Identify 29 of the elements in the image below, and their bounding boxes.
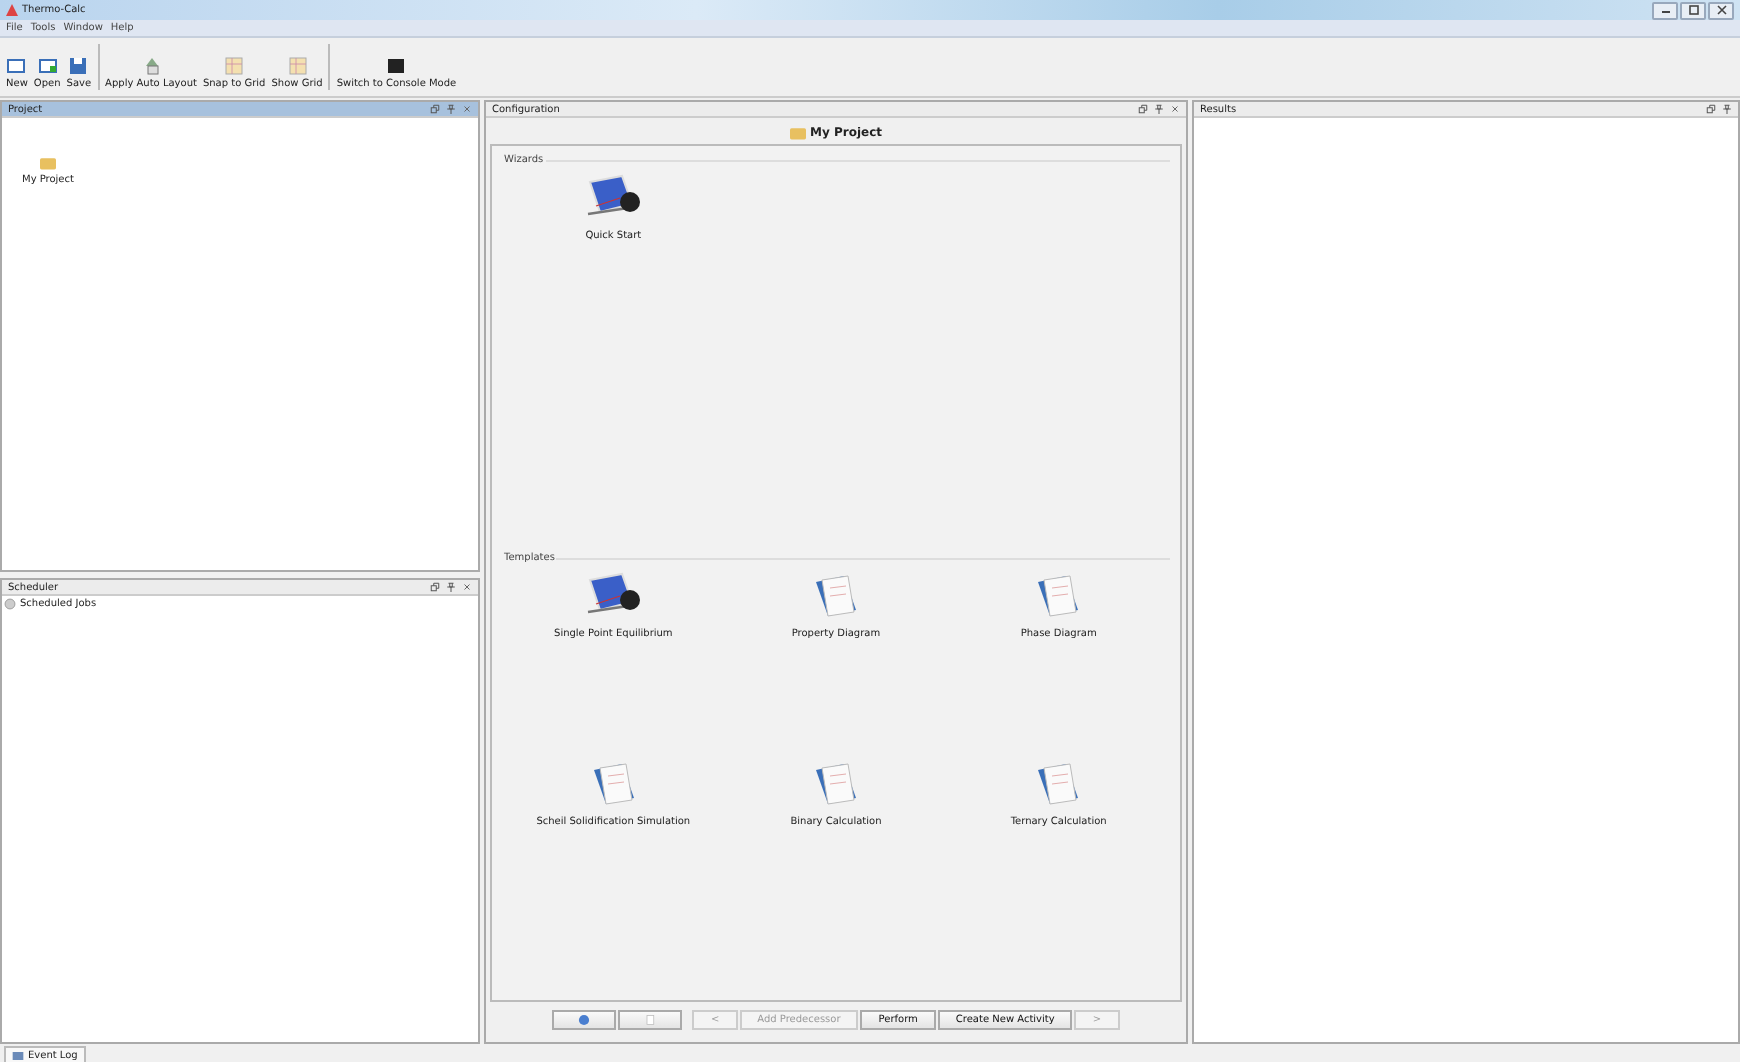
- grid-icon: [287, 56, 308, 76]
- save-icon: [68, 56, 89, 76]
- close-icon[interactable]: [462, 582, 472, 592]
- minimize-button[interactable]: [1652, 1, 1678, 19]
- close-icon: [1713, 4, 1729, 16]
- pin-icon[interactable]: [446, 582, 456, 592]
- float-icon[interactable]: [430, 582, 440, 592]
- float-icon[interactable]: [1138, 104, 1148, 114]
- float-icon[interactable]: [1706, 104, 1716, 114]
- folder-icon: [790, 126, 806, 140]
- window-icon: [37, 56, 58, 76]
- close-icon[interactable]: [462, 104, 472, 114]
- log-icon: [12, 1051, 24, 1059]
- page-icon: [644, 1014, 657, 1026]
- window-icon: [6, 56, 27, 76]
- layout-icon: [141, 56, 161, 76]
- help-icon: [578, 1014, 591, 1026]
- grid-icon: [224, 56, 245, 76]
- float-icon[interactable]: [430, 104, 440, 114]
- maximize-button[interactable]: [1680, 1, 1706, 19]
- app-logo-icon: [6, 4, 18, 16]
- close-button[interactable]: [1708, 1, 1734, 19]
- close-icon[interactable]: [1170, 104, 1180, 114]
- maximize-icon: [1685, 4, 1701, 16]
- terminal-icon: [386, 56, 407, 76]
- pin-icon[interactable]: [1154, 104, 1164, 114]
- pin-icon[interactable]: [1722, 104, 1732, 114]
- help-button[interactable]: [552, 1010, 617, 1030]
- pin-icon[interactable]: [446, 104, 456, 114]
